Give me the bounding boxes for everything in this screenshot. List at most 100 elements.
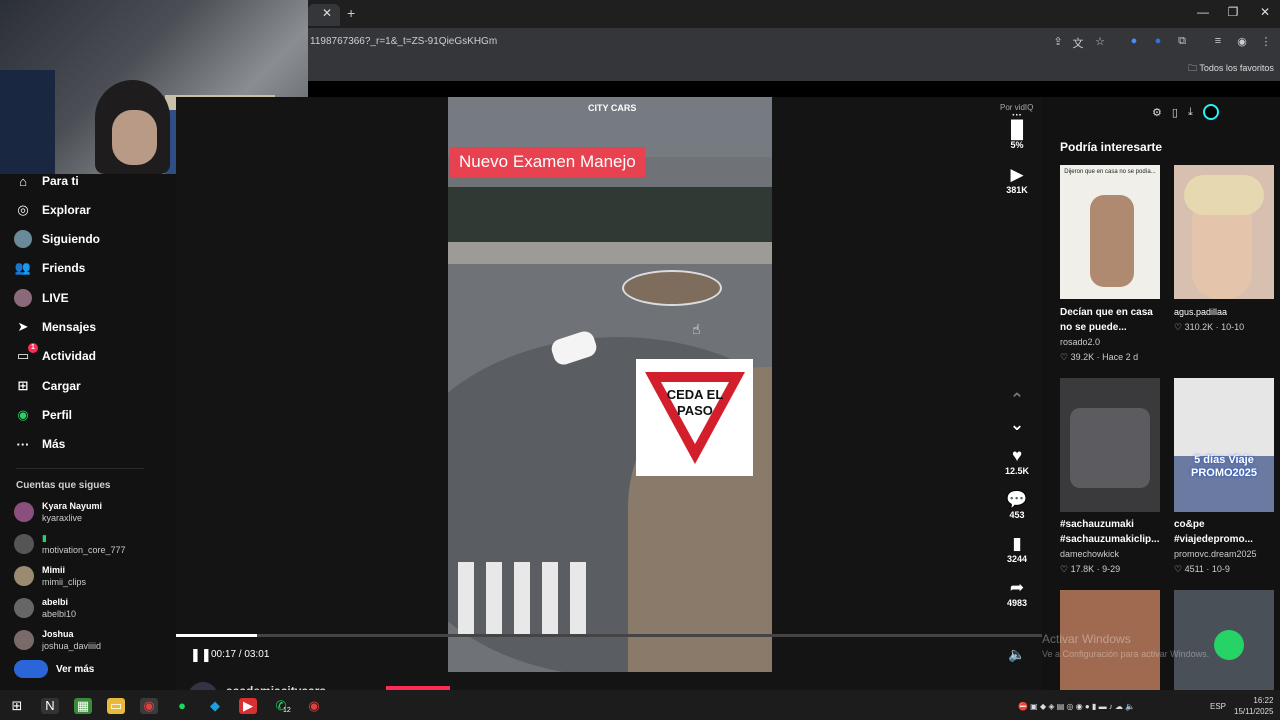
thumb-car-interior <box>1070 408 1150 488</box>
person-face <box>112 110 157 165</box>
chevron-up-icon: ⌃ <box>1009 390 1025 409</box>
rec-card-info[interactable]: #sachauzumaki #sachauzumakiclip... damec… <box>1060 517 1164 577</box>
share-button[interactable]: ➦ 4983 <box>997 578 1037 608</box>
more-dots-icon: ··· <box>1012 110 1022 121</box>
recommendations-title: Podría interesarte <box>1060 140 1163 154</box>
rec-thumbnail[interactable] <box>1060 378 1160 512</box>
profile-ring-icon[interactable] <box>1202 104 1219 120</box>
close-window-button[interactable]: ✕ <box>1250 5 1280 19</box>
nav-item-explorar[interactable]: ◎ Explorar <box>14 199 90 221</box>
video-title-overlay: Nuevo Examen Manejo <box>450 147 645 177</box>
install-icon[interactable]: ⇪ <box>1050 35 1066 48</box>
thumb-hair <box>1184 175 1264 215</box>
views-count: 381K <box>1006 185 1028 195</box>
video-player[interactable]: CITY CARS Nuevo Examen Manejo CEDA EL PA… <box>448 97 772 672</box>
video-scene-roundabout <box>622 270 722 306</box>
extension-icon[interactable]: ● <box>1126 35 1142 47</box>
rec-caption: #sachauzumaki #sachauzumakiclip... <box>1060 519 1160 545</box>
nav-item-actividad[interactable]: ▭ 1 Actividad <box>14 343 96 367</box>
following-name: Kyara Nayumi <box>42 501 103 511</box>
phone-icon[interactable]: ▯ <box>1172 106 1178 119</box>
translate-icon[interactable]: 文 <box>1070 35 1086 51</box>
following-item[interactable]: ▮ motivation_core_777 <box>14 532 126 556</box>
thumb-person <box>1090 195 1134 287</box>
nav-label: Friends <box>42 261 86 275</box>
pause-icon[interactable]: ❚❚ <box>190 647 212 663</box>
rec-card-info[interactable]: agus.padillaa ♡ 310.2K · 10-10 <box>1174 305 1278 335</box>
all-bookmarks-link[interactable]: 🗀 Todos los favoritos <box>1188 61 1274 77</box>
rec-user: agus.padillaa <box>1174 307 1228 317</box>
following-item[interactable]: Mimii mimii_clips <box>14 564 86 588</box>
rec-thumbnail[interactable] <box>1174 590 1274 690</box>
maximize-button[interactable]: ❐ <box>1218 5 1248 19</box>
avatar <box>14 289 32 307</box>
new-tab-icon[interactable]: + <box>347 5 355 21</box>
minimize-button[interactable]: — <box>1188 5 1218 19</box>
poll-stat[interactable]: ··· ▐▌ 5% <box>997 110 1037 151</box>
views-stat[interactable]: ▶ 381K <box>997 165 1037 195</box>
green-badge-icon: ▮ <box>42 533 47 543</box>
avatar <box>14 630 34 650</box>
prev-video-button[interactable]: ⌃ <box>997 390 1037 410</box>
clock-time: 16:22 <box>1253 696 1274 705</box>
menu-kebab-icon[interactable]: ⋮ <box>1258 35 1274 48</box>
system-clock[interactable]: 16:22 15/11/2025 <box>1234 695 1273 717</box>
tab-search-icon[interactable]: ≡ <box>1210 35 1226 47</box>
video-app-icon[interactable]: ▶ <box>239 698 257 714</box>
shares-count: 4983 <box>1006 598 1028 608</box>
chrome-icon[interactable]: ◉ <box>140 698 158 714</box>
sign-text-2: PASO <box>677 403 713 418</box>
nav-item-perfil[interactable]: ◉ Perfil <box>14 404 72 426</box>
see-more-link[interactable]: Ver más <box>14 660 94 678</box>
following-handle: motivation_core_777 <box>42 545 126 555</box>
bookmark-icon: ▮ <box>1012 534 1022 553</box>
next-video-button[interactable]: ⌄ <box>997 415 1037 435</box>
profile-icon[interactable]: ◉ <box>1234 35 1250 48</box>
following-item[interactable]: abelbi abelbi10 <box>14 596 76 620</box>
rec-thumbnail[interactable] <box>1174 165 1274 299</box>
rec-stats: ♡ 310.2K · 10-10 <box>1174 322 1245 332</box>
following-name: abelbi <box>42 597 69 607</box>
avatar <box>14 502 34 522</box>
tab-close-icon[interactable]: ✕ <box>322 6 332 20</box>
url-text[interactable]: 1198767366?_r=1&_t=ZS-91QieGsKHGm <box>310 36 497 47</box>
nav-item-friends[interactable]: 👥 Friends <box>14 257 85 279</box>
bookmark-star-icon[interactable]: ☆ <box>1092 35 1108 48</box>
rec-thumbnail[interactable]: 5 días Viaje PROMO2025 <box>1174 378 1274 512</box>
yield-sign-icon: CEDA EL PASO <box>644 371 745 464</box>
settings-icon[interactable]: ⚙ <box>1152 106 1162 119</box>
chrome-profile-icon[interactable]: ◉ <box>305 698 323 714</box>
video-scene-crosswalk <box>458 562 586 637</box>
nav-item-mas[interactable]: ··· Más <box>14 433 66 455</box>
video-progress-bar[interactable] <box>176 634 1042 637</box>
file-explorer-icon[interactable]: ▭ <box>107 698 125 714</box>
rec-card-info[interactable]: co&pe #viajedepromo... promovc.dream2025… <box>1174 517 1278 577</box>
comment-button[interactable]: 💬 453 <box>997 490 1037 520</box>
volume-icon[interactable]: 🔈 <box>1008 646 1025 663</box>
rec-card-info[interactable]: Decían que en casa no se puede... rosado… <box>1060 305 1164 365</box>
spotify-icon[interactable]: ● <box>173 698 191 714</box>
extensions-icon[interactable]: ⧉ <box>1174 35 1190 48</box>
download-icon[interactable]: ⤓ <box>1188 106 1193 119</box>
following-item[interactable]: Joshua joshua_daviiiid <box>14 628 101 652</box>
avatar <box>14 598 34 618</box>
save-button[interactable]: ▮ 3244 <box>997 534 1037 564</box>
nav-item-mensajes[interactable]: ➤ Mensajes <box>14 316 96 338</box>
nav-item-live[interactable]: LIVE <box>14 287 69 309</box>
like-button[interactable]: ♥ 12.5K <box>997 446 1037 476</box>
tray-icons[interactable]: ⛔ ▣ ◆ ◈ ▤ ◎ ◉ ● ▮ ▬ ♪ ☁ 🔈 <box>1018 702 1135 711</box>
play-icon: ▶ <box>1010 165 1024 184</box>
language-indicator[interactable]: ESP <box>1210 702 1226 711</box>
minecraft-icon[interactable]: ▦ <box>74 698 92 714</box>
extension-icon[interactable]: ● <box>1150 35 1166 47</box>
bar-chart-icon: ▐▌ <box>1004 120 1030 139</box>
rec-thumbnail[interactable]: Dijeron que en casa no se podía... <box>1060 165 1160 299</box>
nav-item-siguiendo[interactable]: Siguiendo <box>14 228 100 250</box>
nav-label: Para ti <box>42 174 79 188</box>
windows-start-icon[interactable]: ⊞ <box>8 698 26 714</box>
following-item[interactable]: Kyara Nayumi kyaraxlive <box>14 500 102 524</box>
nav-item-cargar[interactable]: ⊞ Cargar <box>14 375 81 397</box>
notion-icon[interactable]: N <box>41 698 59 714</box>
app-icon[interactable]: ◆ <box>206 698 224 714</box>
following-name: Joshua <box>42 629 74 639</box>
